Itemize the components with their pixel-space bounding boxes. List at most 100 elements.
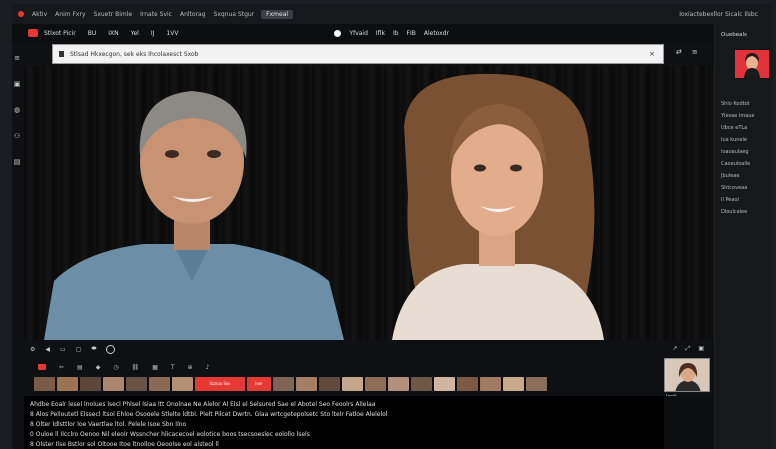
toolbar-item-6[interactable]: 1VV	[160, 30, 184, 37]
frame-thumbnail[interactable]	[365, 377, 386, 391]
frame-thumbnail[interactable]	[103, 377, 124, 391]
fullscreen-icon[interactable]: ▣	[698, 345, 704, 353]
chat-icon[interactable]: ▢	[76, 346, 82, 353]
camera-icon[interactable]: ▣	[14, 80, 21, 88]
toolbar-center-2[interactable]: Iflk	[376, 30, 385, 37]
toolbar-center: Yfvaid Iflk Ib FIB Aletoxdr	[334, 29, 449, 37]
right-panel-title: Ouebeals	[721, 32, 747, 38]
dial-icon[interactable]	[106, 344, 116, 354]
pip-video[interactable]	[664, 358, 710, 392]
volume-icon[interactable]: ♪	[206, 364, 210, 371]
frame-red-label[interactable]: Szzioa Sox	[195, 377, 245, 391]
search-bar: ×	[52, 44, 664, 64]
tab-active[interactable]: Fxmeal	[261, 9, 294, 19]
toolbar-center-4[interactable]: FIB	[407, 30, 416, 37]
list-item[interactable]: Il Peaol	[721, 194, 769, 206]
cc-icon[interactable]: ▭	[60, 346, 66, 353]
list-item[interactable]: Shtcoveaa	[721, 182, 769, 194]
link-icon[interactable]: ⛓	[132, 364, 140, 371]
frame-red-label[interactable]: Ioor	[247, 377, 271, 391]
frame-thumbnail[interactable]	[296, 377, 317, 391]
frame-thumbnail[interactable]	[319, 377, 340, 391]
transcript-line: 8 Olter ldlsttlor loe Vaertlae ltol. Pel…	[30, 421, 187, 428]
toolbar-center-5[interactable]: Aletoxdr	[424, 30, 449, 37]
list-item[interactable]: Ubce eTLa	[721, 122, 769, 134]
tab-4[interactable]: Irnate Svic	[136, 11, 176, 18]
list-item[interactable]: Jbuleae	[721, 170, 769, 182]
toolbar-center-1[interactable]: Yfvaid	[349, 30, 367, 37]
list-item[interactable]: Iua kunele	[721, 134, 769, 146]
list-item[interactable]: Ylesae Imaue	[721, 110, 769, 122]
settings-icon[interactable]: ⚙	[30, 346, 35, 353]
close-icon[interactable]: ×	[649, 50, 655, 58]
toolbar-item-5[interactable]: IJ	[145, 30, 161, 37]
bottom-right-panel	[664, 396, 714, 449]
marker-icon[interactable]: ◆	[96, 364, 101, 371]
toolbar: Stlxot Picir BU IXN Yel IJ 1VV Yfvaid If…	[12, 24, 772, 42]
live-indicator-icon	[334, 29, 342, 37]
zoom-icon[interactable]: ⊕	[188, 364, 193, 371]
transcript-line: 8 Olster Ilse Bstlor sol Oltooe Itoe ltn…	[30, 441, 219, 448]
tab-3[interactable]: Sxuetr Bimle	[90, 11, 137, 18]
tab-2[interactable]: Anim Fxry	[51, 11, 89, 18]
frame-thumbnail[interactable]	[411, 377, 432, 391]
frame-thumbnail[interactable]	[126, 377, 147, 391]
tab-6[interactable]: Sxqnua Stgur	[210, 11, 259, 18]
left-rail: ≡ ▣ ◍ ⚇ ▤	[12, 42, 22, 342]
video-frame	[44, 73, 604, 340]
frame-thumbnail[interactable]	[342, 377, 363, 391]
list-item[interactable]: Dloulcalee	[721, 206, 769, 218]
more-icon[interactable]: ≡	[692, 48, 698, 56]
record-button[interactable]	[28, 29, 38, 37]
tab-5[interactable]: Anltorag	[176, 11, 210, 18]
frame-thumbnail[interactable]	[57, 377, 78, 391]
timeline-toolbar: ✂ ▤ ◆ ◷ ⛓ ▦ T ⊕ ♪	[24, 360, 664, 374]
record-dot-icon	[18, 11, 24, 17]
search-input[interactable]	[70, 50, 650, 58]
filmstrip: Szzioa Sox Ioor	[24, 377, 624, 393]
transcript-panel: Ahdbe Eoalr lesel lnolues lsecl Phlsel l…	[24, 396, 664, 449]
layers-icon[interactable]: ▤	[14, 158, 21, 166]
clock-icon[interactable]: ◷	[113, 364, 118, 371]
text-icon[interactable]: T	[171, 364, 175, 371]
record-icon[interactable]: ⬬	[91, 345, 96, 353]
cut-icon[interactable]: ✂	[59, 364, 64, 371]
list-item[interactable]: Ioaoaulaeg	[721, 146, 769, 158]
transcript-line: 8 Alos Pelloutetl Elssecl ltsol Ehloe Os…	[30, 411, 388, 418]
audio-icon[interactable]: ◀	[45, 346, 50, 353]
list-item[interactable]: Caoeuloalle	[721, 158, 769, 170]
app-window: Aktiv Anim Fxry Sxuetr Bimle Irnate Svic…	[12, 4, 772, 449]
tab-1[interactable]: Aktiv	[28, 11, 51, 18]
participant-thumbnail[interactable]	[735, 50, 769, 78]
right-panel: Ouebeals Shlo Kodtot Ylesae Imaue Ubce e…	[714, 24, 772, 449]
frame-thumbnail[interactable]	[503, 377, 524, 391]
transcript-line: Ahdbe Eoalr lesel lnolues lsecl Phlsel l…	[30, 401, 376, 408]
expand-icon[interactable]: ⤢	[686, 345, 691, 353]
split-icon[interactable]: ⇄	[676, 48, 682, 56]
copy-icon[interactable]: ▤	[77, 364, 83, 371]
frame-thumbnail[interactable]	[480, 377, 501, 391]
frame-thumbnail[interactable]	[457, 377, 478, 391]
control-bar-right: ↗ ⤢ ▣	[672, 345, 714, 353]
toolbar-item-3[interactable]: IXN	[102, 30, 124, 37]
share-icon[interactable]: ↗	[672, 345, 677, 353]
frame-thumbnail[interactable]	[172, 377, 193, 391]
menu-icon[interactable]: ≡	[14, 54, 20, 62]
mic-icon[interactable]: ◍	[14, 106, 20, 114]
toolbar-item-4[interactable]: Yel	[125, 30, 145, 37]
frame-thumbnail[interactable]	[80, 377, 101, 391]
people-icon[interactable]: ⚇	[14, 132, 20, 140]
toolbar-center-3[interactable]: Ib	[393, 30, 399, 37]
title-bar: Aktiv Anim Fxry Sxuetr Bimle Irnate Svic…	[12, 4, 772, 24]
list-item[interactable]: Shlo Kodtot	[721, 98, 769, 110]
toolbar-item-2[interactable]: BU	[82, 30, 103, 37]
frame-thumbnail[interactable]	[34, 377, 55, 391]
frame-thumbnail[interactable]	[434, 377, 455, 391]
live-marker-icon[interactable]	[38, 364, 46, 370]
frame-thumbnail[interactable]	[149, 377, 170, 391]
frame-thumbnail[interactable]	[273, 377, 294, 391]
toolbar-item-1[interactable]: Stlxot Picir	[38, 30, 82, 37]
frame-thumbnail[interactable]	[526, 377, 547, 391]
frame-thumbnail[interactable]	[388, 377, 409, 391]
grid-icon[interactable]: ▦	[152, 364, 158, 371]
